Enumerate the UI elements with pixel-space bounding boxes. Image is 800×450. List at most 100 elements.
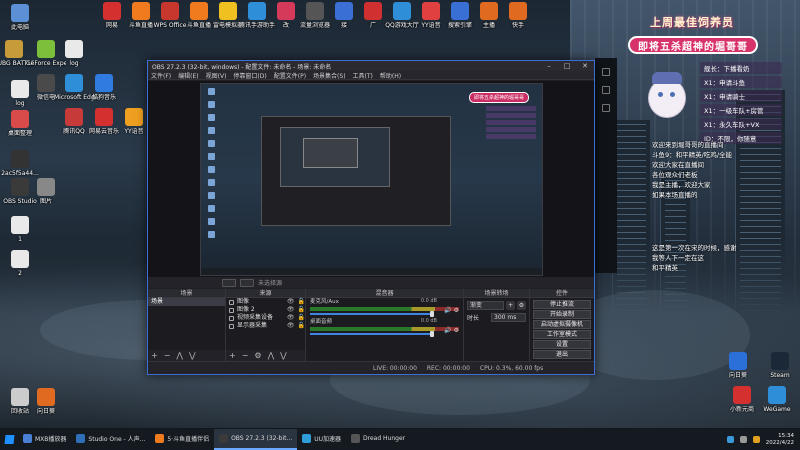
move-up-icon[interactable]: ⋀ — [176, 351, 183, 360]
desktop-icon-label: 此电脑 — [10, 24, 29, 31]
move-down-icon[interactable]: ⋁ — [189, 351, 196, 360]
app-icon — [95, 74, 113, 92]
eye-icon[interactable]: 👁 — [287, 298, 295, 306]
mixer-dock: 混音器 麦克风/Aux 0.0 dB 🔊 ⚙ 桌面音频 0.0 dB 🔊 ⚙ — [306, 289, 464, 361]
close-button[interactable]: ✕ — [576, 62, 594, 70]
taskbar-app[interactable]: 5·斗鱼直播伴侣 — [150, 429, 214, 450]
source-type-icon — [229, 315, 234, 321]
tray-app-icon[interactable] — [752, 436, 760, 443]
preview-canvas[interactable]: 即将五杀超神的堀哥哥 — [200, 83, 543, 276]
desktop-icon[interactable]: 小新元商 — [722, 386, 762, 413]
desktop-icon[interactable]: 桌面整理 — [0, 110, 40, 137]
start-button[interactable] — [0, 429, 18, 450]
speaker-icon[interactable]: 🔊 — [444, 307, 451, 314]
desktop-icon[interactable]: WeGame — [757, 386, 797, 413]
gear-icon[interactable]: ⚙ — [254, 351, 261, 360]
preview-banner: 即将五杀超神的堀哥哥 — [469, 92, 530, 103]
app-icon — [103, 2, 121, 20]
taskbar-app[interactable]: OBS 27.2.3 (32-bit... — [214, 429, 298, 450]
taskbar-app[interactable]: MXB播放器 — [18, 429, 71, 450]
app-icon — [5, 40, 23, 58]
transition-settings-icon[interactable]: ⚙ — [517, 300, 526, 310]
move-up-icon[interactable]: ⋀ — [268, 351, 275, 360]
speaker-icon[interactable]: 🔊 — [444, 327, 451, 334]
network-icon[interactable] — [726, 436, 734, 443]
control-button[interactable]: 工作室模式 — [533, 330, 591, 339]
app-icon — [771, 352, 789, 370]
volume-icon[interactable] — [739, 436, 747, 443]
background-app-strip — [595, 58, 617, 273]
volume-slider[interactable] — [310, 311, 435, 317]
obs-titlebar[interactable]: OBS 27.2.3 (32-bit, windows) - 配置文件: 未命名… — [148, 61, 594, 71]
control-button[interactable]: 开始录制 — [533, 310, 591, 319]
volume-meter — [310, 307, 459, 311]
obs-statusbar: LIVE: 00:00:00 REC: 00:00:00 CPU: 0.3%, … — [148, 361, 594, 374]
app-icon — [125, 108, 143, 126]
gear-icon[interactable]: ⚙ — [452, 327, 459, 334]
app-sidebar-icon[interactable] — [602, 104, 610, 112]
taskbar-app[interactable]: Studio One - 人声... — [71, 429, 150, 450]
lock-icon[interactable]: 🔓 — [298, 306, 305, 314]
eye-icon[interactable]: 👁 — [287, 322, 295, 330]
transitions-dock: 场景转场 渐变 + ⚙ 时长 300 ms — [464, 289, 530, 361]
add-scene-icon[interactable]: + — [151, 351, 158, 360]
source-name: 图像 2 — [237, 306, 255, 313]
desktop-icon[interactable]: 2ac5f5a44... — [0, 150, 40, 177]
lock-icon[interactable]: 🔓 — [298, 314, 305, 322]
source-item[interactable]: 视频采集设备 👁 🔓 — [226, 314, 305, 322]
desktop-icon[interactable]: 酷狗音乐 — [84, 74, 124, 101]
source-item[interactable]: 图像 👁 🔓 — [226, 298, 305, 306]
move-down-icon[interactable]: ⋁ — [280, 351, 287, 360]
desktop-icon[interactable]: 快手 — [498, 2, 538, 29]
remove-source-icon[interactable]: − — [242, 351, 249, 360]
source-item[interactable]: 显示器采集 👁 🔓 — [226, 322, 305, 330]
control-button[interactable]: 停止推流 — [533, 300, 591, 309]
source-item[interactable]: 图像 2 👁 🔓 — [226, 306, 305, 314]
desktop-icon-label: 2ac5f5a44... — [1, 170, 39, 177]
menu-item[interactable]: 帮助(H) — [380, 71, 401, 80]
desktop-icon[interactable]: 2 — [0, 250, 40, 277]
properties-button[interactable] — [222, 278, 236, 287]
eye-icon[interactable]: 👁 — [287, 306, 295, 314]
desktop-icon[interactable]: Steam — [760, 352, 800, 379]
menu-item[interactable]: 工具(T) — [353, 71, 373, 80]
app-sidebar-icon[interactable] — [602, 86, 610, 94]
menu-item[interactable]: 编辑(E) — [178, 71, 198, 80]
taskbar-app-icon — [219, 434, 229, 443]
app-sidebar-icon[interactable] — [602, 68, 610, 76]
menu-item[interactable]: 文件(F) — [151, 71, 171, 80]
desktop-icon[interactable]: 向日葵 — [26, 388, 66, 415]
app-icon — [364, 2, 382, 20]
desktop-icon[interactable]: 此电脑 — [0, 4, 40, 31]
desktop-icon-label: 图片 — [39, 198, 52, 205]
menu-item[interactable]: 视图(V) — [206, 71, 227, 80]
desktop-icon[interactable]: 图片 — [26, 178, 66, 205]
duration-input[interactable]: 300 ms — [491, 312, 526, 322]
desktop-icon[interactable]: 1 — [0, 216, 40, 243]
taskbar-app[interactable]: Dread Hunger — [346, 429, 410, 450]
control-button[interactable]: 启动虚拟摄像机 — [533, 320, 591, 329]
add-source-icon[interactable]: + — [229, 351, 236, 360]
minimize-button[interactable]: – — [540, 62, 558, 70]
menu-item[interactable]: 停靠窗口(D) — [233, 71, 266, 80]
lock-icon[interactable]: 🔓 — [298, 322, 305, 330]
desktop-icon[interactable]: log — [54, 40, 94, 67]
desktop-icon[interactable]: 向日葵 — [718, 352, 758, 379]
filters-button[interactable] — [240, 278, 254, 287]
clock[interactable]: 15:34 2022/4/22 — [766, 433, 794, 447]
taskbar-app[interactable]: UU加速器 — [297, 429, 346, 450]
transition-select[interactable]: 渐变 — [467, 300, 504, 310]
eye-icon[interactable]: 👁 — [287, 314, 295, 322]
menu-item[interactable]: 配置文件(P) — [274, 71, 306, 80]
lock-icon[interactable]: 🔓 — [298, 298, 305, 306]
menu-item[interactable]: 场景集合(S) — [313, 71, 346, 80]
add-transition-icon[interactable]: + — [506, 300, 515, 310]
volume-slider[interactable] — [310, 331, 435, 337]
control-button[interactable]: 退出 — [533, 350, 591, 359]
remove-scene-icon[interactable]: − — [164, 351, 171, 360]
app-icon — [729, 352, 747, 370]
gear-icon[interactable]: ⚙ — [452, 307, 459, 314]
scene-item[interactable]: 场景 — [148, 298, 225, 306]
maximize-button[interactable]: □ — [558, 62, 576, 70]
control-button[interactable]: 设置 — [533, 340, 591, 349]
